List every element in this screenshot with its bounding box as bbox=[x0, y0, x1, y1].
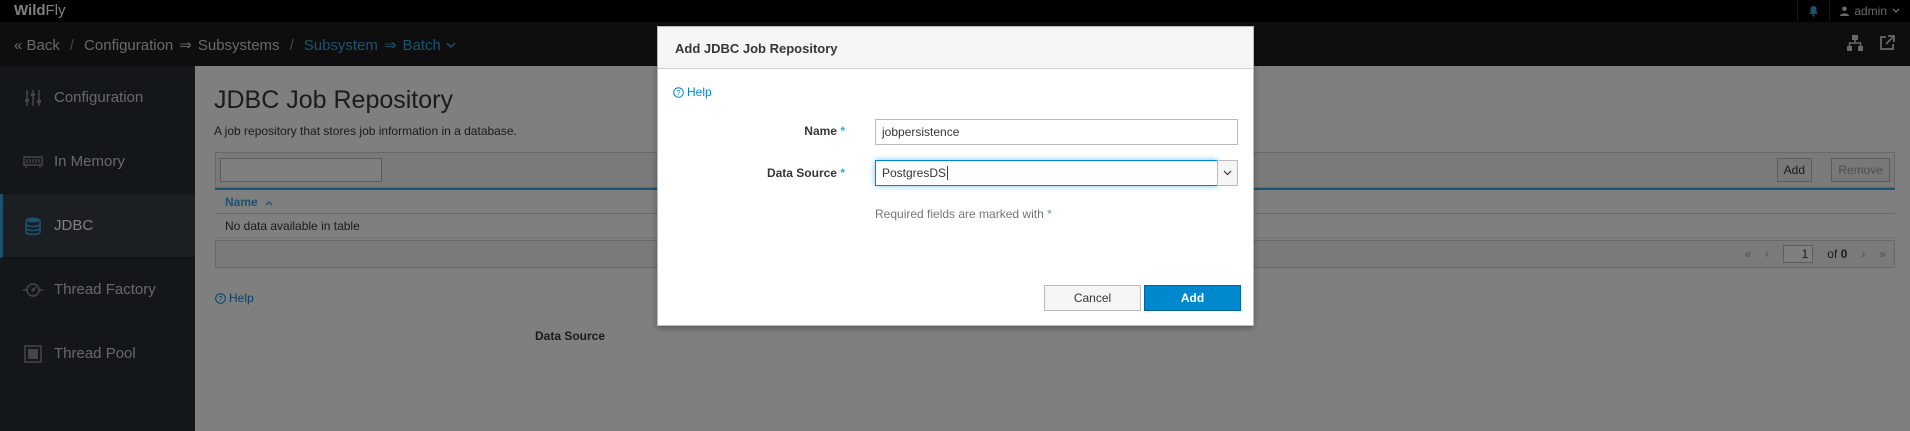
name-label: Name * bbox=[804, 124, 845, 138]
data-source-input[interactable]: PostgresDS bbox=[875, 160, 1218, 186]
svg-text:?: ? bbox=[676, 88, 680, 97]
name-input[interactable]: jobpersistence bbox=[875, 119, 1238, 145]
add-jdbc-job-repository-dialog: Add JDBC Job Repository ? Help Name * jo… bbox=[657, 26, 1254, 326]
cancel-button[interactable]: Cancel bbox=[1044, 285, 1141, 311]
add-button[interactable]: Add bbox=[1144, 285, 1241, 311]
dialog-title: Add JDBC Job Repository bbox=[658, 27, 1253, 69]
data-source-label: Data Source * bbox=[766, 166, 845, 180]
chevron-down-icon bbox=[1223, 170, 1232, 176]
question-circle-icon: ? bbox=[673, 86, 684, 98]
data-source-dropdown-toggle[interactable] bbox=[1217, 160, 1238, 186]
required-fields-note: Required fields are marked with * bbox=[875, 207, 1052, 221]
dialog-help-link[interactable]: ? Help bbox=[673, 85, 712, 99]
